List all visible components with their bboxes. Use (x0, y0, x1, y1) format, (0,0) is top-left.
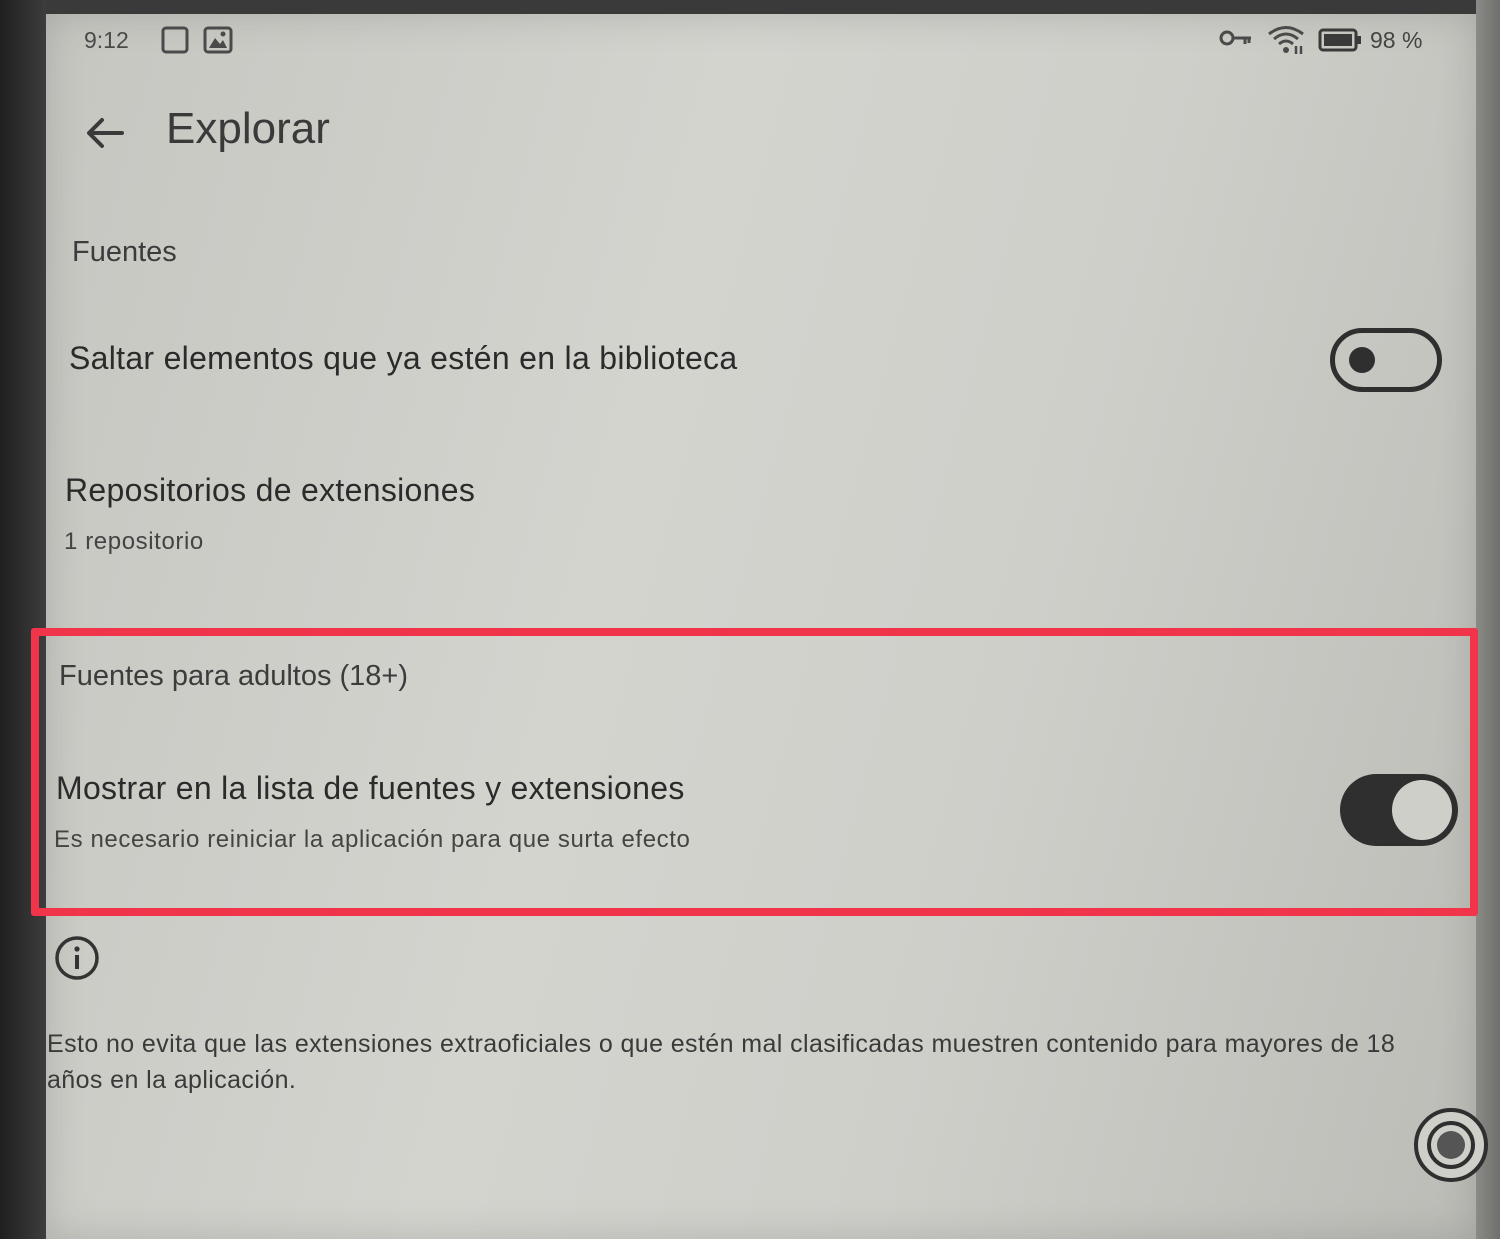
toggle-knob (1349, 347, 1375, 373)
show-adult-title: Mostrar en la lista de fuentes y extensi… (56, 770, 685, 806)
info-icon (55, 936, 99, 980)
show-adult-subtitle: Es necesario reiniciar la aplicación par… (54, 826, 691, 853)
show-adult-toggle[interactable] (1340, 774, 1458, 846)
info-text: Esto no evita que las extensiones extrao… (47, 1030, 1396, 1094)
device-bezel-top (0, 0, 1500, 14)
image-icon (203, 26, 233, 54)
skip-library-title: Saltar elementos que ya estén en la bibl… (69, 340, 738, 376)
battery-icon (1318, 28, 1361, 52)
status-time: 9:12 (84, 27, 129, 53)
section-header-adult-sources: Fuentes para adultos (18+) (59, 660, 409, 692)
section-header-fuentes: Fuentes (72, 236, 177, 268)
square-outline-icon (161, 26, 189, 54)
skip-library-row[interactable]: Saltar elementos que ya estén en la bibl… (60, 320, 1320, 400)
show-adult-row[interactable]: Mostrar en la lista de fuentes y extensi… (50, 760, 1330, 860)
wifi-icon (1268, 26, 1304, 54)
back-arrow-icon[interactable] (82, 110, 128, 156)
page-title: Explorar (166, 104, 330, 153)
extension-repos-row[interactable]: Repositorios de extensiones 1 repositori… (60, 460, 1440, 570)
extension-repos-title: Repositorios de extensiones (65, 472, 476, 508)
battery-percent: 98 % (1370, 27, 1423, 53)
key-icon (1219, 30, 1251, 46)
toggle-knob (1392, 780, 1452, 840)
device-bezel-right (1476, 0, 1500, 1239)
extension-repos-subtitle: 1 repositorio (64, 528, 204, 555)
skip-library-toggle[interactable] (1330, 328, 1442, 392)
floating-action-icon[interactable] (1412, 1106, 1490, 1184)
device-bezel-left (0, 0, 46, 1239)
